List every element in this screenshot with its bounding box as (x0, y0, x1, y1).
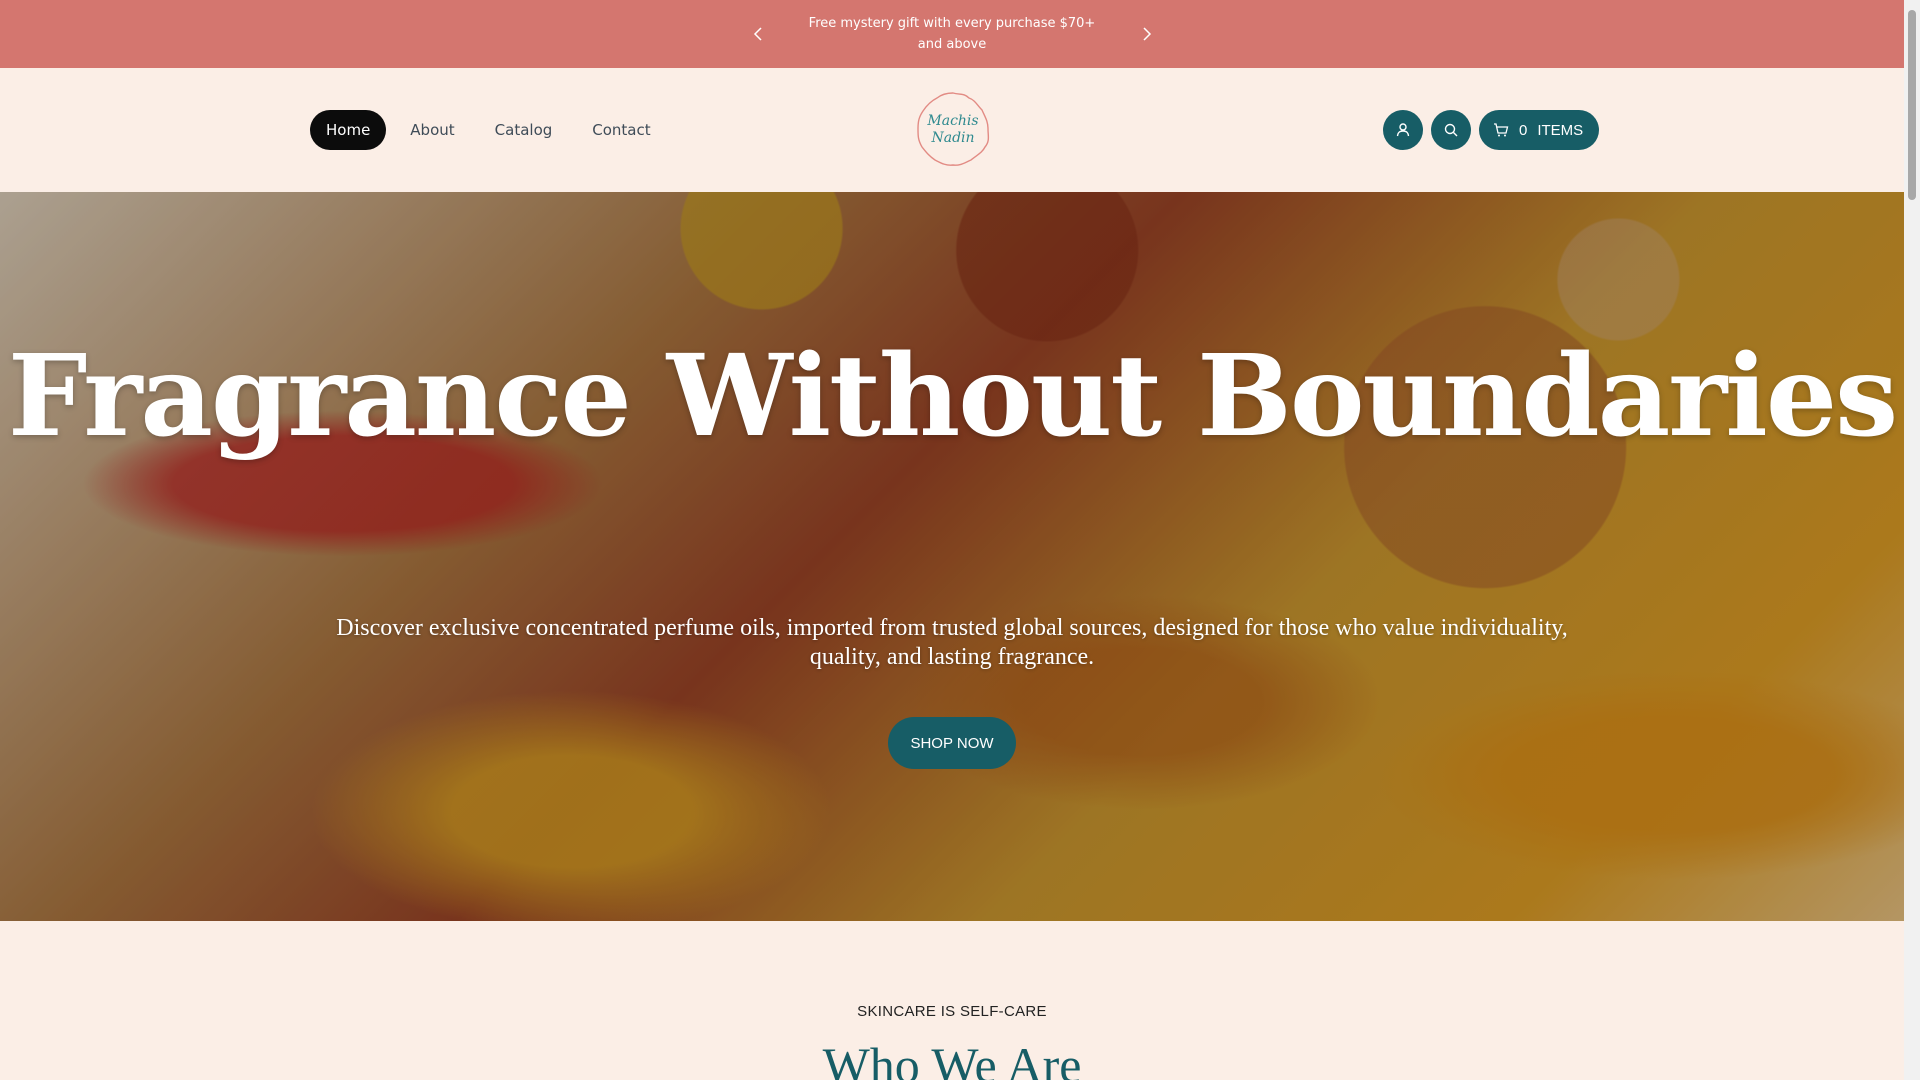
main-nav: Home About Catalog Contact (310, 110, 675, 150)
section-eyebrow: SKINCARE IS SELF-CARE (857, 1003, 1047, 1020)
site-header: Home About Catalog Contact Machis Nadin (0, 68, 1904, 192)
cart-label: ITEMS (1537, 121, 1584, 139)
previous-announcement-button[interactable] (744, 20, 772, 48)
announcement-bar: Free mystery gift with every purchase $7… (0, 0, 1904, 68)
scroll-down-arrow[interactable] (1904, 1070, 1920, 1080)
header-actions: 0 ITEMS (1383, 110, 1600, 150)
hero-background-image (0, 192, 1904, 921)
logo-line-2: Nadin (930, 130, 974, 146)
page-scrollbar[interactable] (1904, 0, 1920, 1080)
chevron-right-icon (1143, 27, 1152, 41)
section-heading: Who We Are (822, 1037, 1082, 1080)
hero-title: Fragrance Without Boundaries (7, 331, 1898, 462)
scrollbar-thumb[interactable] (1908, 10, 1916, 200)
brand-logo[interactable]: Machis Nadin (914, 90, 992, 168)
nav-item-catalog[interactable]: Catalog (479, 110, 569, 150)
chevron-left-icon (753, 27, 762, 41)
cart-icon (1494, 123, 1509, 137)
logo-line-1: Machis (926, 113, 978, 129)
cart-button[interactable]: 0 ITEMS (1479, 110, 1600, 150)
scroll-up-arrow[interactable] (1904, 0, 1920, 10)
user-icon (1396, 123, 1410, 137)
announcement-text: Free mystery gift with every purchase $7… (808, 16, 1096, 52)
hero-banner: Fragrance Without Boundaries Discover ex… (0, 192, 1904, 921)
hero-description: Discover exclusive concentrated perfume … (336, 615, 1568, 670)
account-button[interactable] (1383, 110, 1423, 150)
nav-item-home[interactable]: Home (310, 110, 387, 150)
search-icon (1444, 123, 1458, 137)
logo-badge: Machis Nadin (917, 92, 990, 166)
next-announcement-button[interactable] (1133, 20, 1161, 48)
nav-item-contact[interactable]: Contact (576, 110, 666, 150)
about-section: SKINCARE IS SELF-CARE Who We Are (0, 921, 1904, 1080)
shop-now-button[interactable]: SHOP NOW (888, 717, 1016, 769)
cart-count: 0 (1519, 121, 1528, 139)
search-button[interactable] (1431, 110, 1471, 150)
nav-item-about[interactable]: About (394, 110, 470, 150)
